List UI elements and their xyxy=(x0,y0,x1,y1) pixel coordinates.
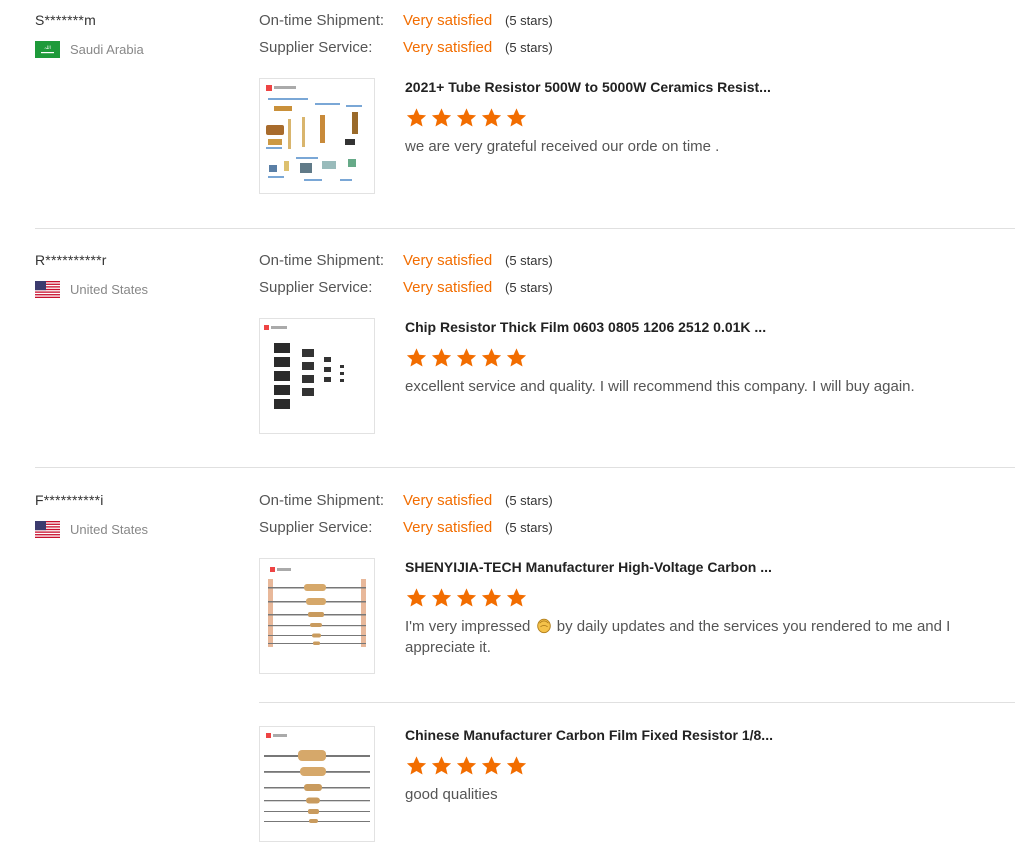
review-divider xyxy=(35,467,1015,468)
star-icon xyxy=(456,756,477,775)
supplier-stars: (5 stars) xyxy=(505,39,553,55)
review-comment: good qualities xyxy=(405,786,498,803)
product-title-link[interactable]: Chip Resistor Thick Film 0603 0805 1206 … xyxy=(405,319,766,335)
star-icon xyxy=(506,348,527,367)
ontime-value: Very satisfied xyxy=(403,11,493,29)
star-icon xyxy=(481,756,502,775)
product-title-link[interactable]: SHENYIJIA-TECH Manufacturer High-Voltage… xyxy=(405,559,772,575)
buyer-name: F**********i xyxy=(35,492,104,508)
star-rating xyxy=(405,755,528,777)
supplier-value: Very satisfied xyxy=(403,38,493,56)
review-comment: I'm very impressed by daily updates and … xyxy=(405,616,975,658)
product-review: Chinese Manufacturer Carbon Film Fixed R… xyxy=(259,726,999,842)
supplier-label: Supplier Service: xyxy=(259,38,373,56)
supplier-value: Very satisfied xyxy=(403,278,493,296)
product-review: SHENYIJIA-TECH Manufacturer High-Voltage… xyxy=(259,558,999,674)
star-rating xyxy=(405,587,528,609)
star-icon xyxy=(481,588,502,607)
comment-text-before: I'm very impressed xyxy=(405,618,531,635)
star-rating xyxy=(405,347,528,369)
ontime-value: Very satisfied xyxy=(403,251,493,269)
united-states-flag-icon xyxy=(35,280,60,298)
ontime-label: On-time Shipment: xyxy=(259,11,385,29)
buyer-country: اللہ Saudi Arabia xyxy=(35,40,144,58)
saudi-arabia-flag-icon: اللہ xyxy=(35,40,60,58)
supplier-label: Supplier Service: xyxy=(259,278,373,296)
product-thumbnail[interactable] xyxy=(259,726,375,842)
star-icon xyxy=(406,588,427,607)
product-review: 2021+ Tube Resistor 500W to 5000W Cerami… xyxy=(259,78,999,194)
product-thumbnail[interactable] xyxy=(259,558,375,674)
supplier-stars: (5 stars) xyxy=(505,519,553,535)
buyer-country: United States xyxy=(35,280,148,298)
country-name: Saudi Arabia xyxy=(70,41,144,57)
supplier-service-rating: Supplier Service: Very satisfied (5 star… xyxy=(259,37,553,57)
product-title-link[interactable]: Chinese Manufacturer Carbon Film Fixed R… xyxy=(405,727,773,743)
review-card: S*******m اللہ Saudi Arabia On-time Ship… xyxy=(0,0,1015,228)
star-icon xyxy=(456,108,477,127)
star-icon xyxy=(431,756,452,775)
clapping-hands-emoji-icon xyxy=(536,618,551,634)
ontime-label: On-time Shipment: xyxy=(259,491,385,509)
supplier-value: Very satisfied xyxy=(403,518,493,536)
country-name: United States xyxy=(70,521,149,537)
star-icon xyxy=(431,108,452,127)
ontime-shipment-rating: On-time Shipment: Very satisfied (5 star… xyxy=(259,10,553,30)
product-thumbnail[interactable] xyxy=(259,78,375,194)
supplier-label: Supplier Service: xyxy=(259,518,373,536)
star-icon xyxy=(506,756,527,775)
review-comment: excellent service and quality. I will re… xyxy=(405,378,915,395)
star-icon xyxy=(406,756,427,775)
ontime-stars: (5 stars) xyxy=(505,12,553,28)
supplier-stars: (5 stars) xyxy=(505,279,553,295)
ontime-stars: (5 stars) xyxy=(505,252,553,268)
ontime-shipment-rating: On-time Shipment: Very satisfied (5 star… xyxy=(259,250,553,270)
star-icon xyxy=(406,108,427,127)
star-icon xyxy=(406,348,427,367)
supplier-service-rating: Supplier Service: Very satisfied (5 star… xyxy=(259,517,553,537)
star-icon xyxy=(506,108,527,127)
star-icon xyxy=(481,108,502,127)
united-states-flag-icon xyxy=(35,520,60,538)
buyer-name: S*******m xyxy=(35,12,96,28)
star-icon xyxy=(431,348,452,367)
product-review: Chip Resistor Thick Film 0603 0805 1206 … xyxy=(259,318,999,434)
svg-text:اللہ: اللہ xyxy=(44,46,51,51)
star-rating xyxy=(405,107,528,129)
product-thumbnail[interactable] xyxy=(259,318,375,434)
ontime-label: On-time Shipment: xyxy=(259,251,385,269)
product-title-link[interactable]: 2021+ Tube Resistor 500W to 5000W Cerami… xyxy=(405,79,771,95)
review-divider xyxy=(35,228,1015,229)
ontime-shipment-rating: On-time Shipment: Very satisfied (5 star… xyxy=(259,490,553,510)
star-icon xyxy=(481,348,502,367)
review-comment: we are very grateful received our orde o… xyxy=(405,138,720,155)
star-icon xyxy=(456,588,477,607)
country-name: United States xyxy=(70,281,149,297)
product-divider xyxy=(259,702,1015,703)
review-card: R**********r United States On-time Shipm… xyxy=(0,240,1015,467)
buyer-country: United States xyxy=(35,520,148,538)
review-card: F**********i United States On-time Shipm… xyxy=(0,480,1015,849)
star-icon xyxy=(431,588,452,607)
ontime-value: Very satisfied xyxy=(403,491,493,509)
ontime-stars: (5 stars) xyxy=(505,492,553,508)
supplier-service-rating: Supplier Service: Very satisfied (5 star… xyxy=(259,277,553,297)
star-icon xyxy=(456,348,477,367)
star-icon xyxy=(506,588,527,607)
buyer-name: R**********r xyxy=(35,252,107,268)
